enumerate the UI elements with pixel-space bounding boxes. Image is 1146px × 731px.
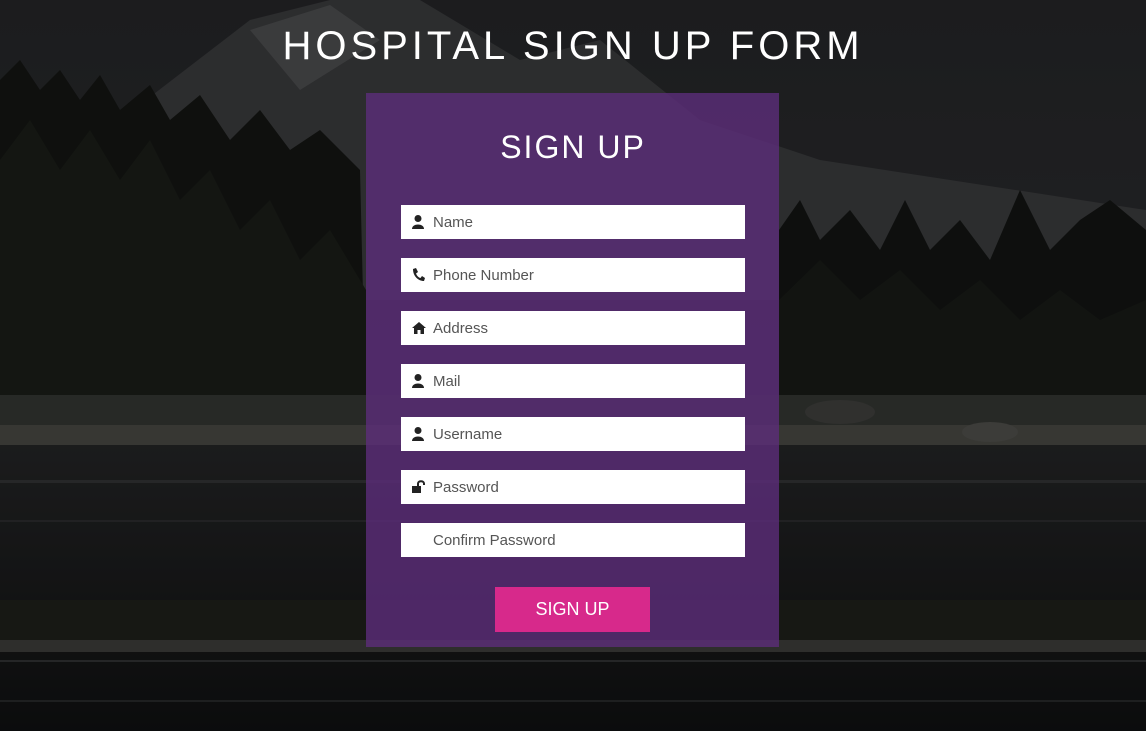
password-field-wrapper [401, 470, 745, 504]
user-icon [411, 373, 427, 389]
confirm-password-field-wrapper [401, 523, 745, 557]
sign-up-button[interactable]: SIGN UP [495, 587, 650, 632]
phone-icon [411, 267, 427, 283]
name-input[interactable] [433, 205, 739, 239]
password-input[interactable] [433, 470, 739, 504]
address-input[interactable] [433, 311, 739, 345]
home-icon [411, 320, 427, 336]
form-title: SIGN UP [500, 129, 646, 165]
user-icon [411, 214, 427, 230]
confirm-password-input[interactable] [433, 523, 739, 557]
mail-input[interactable] [433, 364, 739, 398]
address-field-wrapper [401, 311, 745, 345]
phone-number-input[interactable] [433, 258, 739, 292]
username-input[interactable] [433, 417, 739, 451]
mail-field-wrapper [401, 364, 745, 398]
user-icon [411, 426, 427, 442]
name-field-wrapper [401, 205, 745, 239]
phone-field-wrapper [401, 258, 745, 292]
unlock-icon [411, 479, 427, 495]
page-title: HOSPITAL SIGN UP FORM [282, 24, 864, 68]
username-field-wrapper [401, 417, 745, 451]
